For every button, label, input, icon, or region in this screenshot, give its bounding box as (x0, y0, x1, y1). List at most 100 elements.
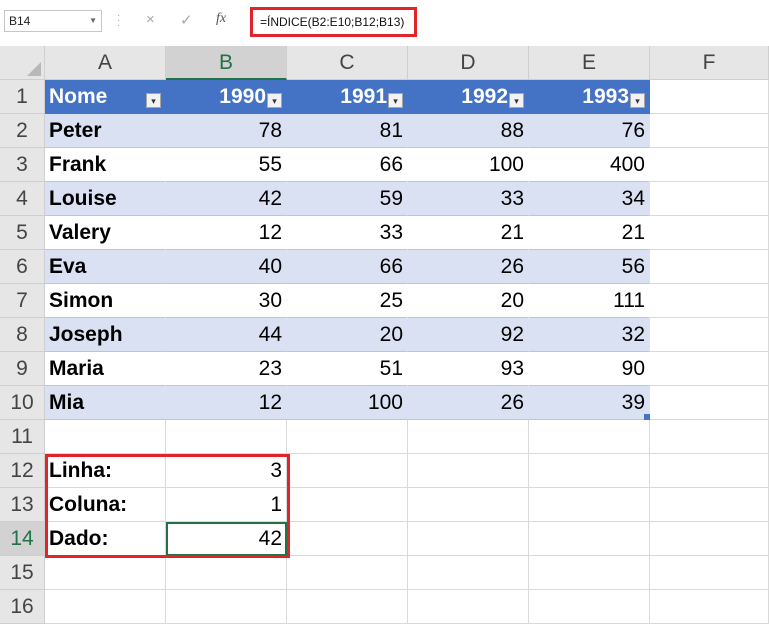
value-cell[interactable]: 25 (287, 284, 408, 318)
empty-cell[interactable] (45, 420, 166, 454)
filter-dropdown-icon[interactable]: ▾ (509, 93, 524, 108)
empty-cell[interactable] (650, 454, 769, 488)
filter-dropdown-icon[interactable]: ▾ (146, 93, 161, 108)
row-header-1[interactable]: 1 (0, 80, 45, 114)
empty-cell[interactable] (166, 420, 287, 454)
value-cell[interactable]: 40 (166, 250, 287, 284)
empty-cell[interactable] (408, 488, 529, 522)
empty-cell[interactable] (650, 182, 769, 216)
column-header-e[interactable]: E (529, 46, 650, 80)
row-header-11[interactable]: 11 (0, 420, 45, 454)
value-cell[interactable]: 100 (287, 386, 408, 420)
row-header-10[interactable]: 10 (0, 386, 45, 420)
row-header-4[interactable]: 4 (0, 182, 45, 216)
filter-dropdown-icon[interactable]: ▾ (267, 93, 282, 108)
column-header-d[interactable]: D (408, 46, 529, 80)
filter-dropdown-icon[interactable]: ▾ (630, 93, 645, 108)
column-header-f[interactable]: F (650, 46, 769, 80)
empty-cell[interactable] (529, 556, 650, 590)
row-header-3[interactable]: 3 (0, 148, 45, 182)
value-cell[interactable]: 111 (529, 284, 650, 318)
value-cell[interactable]: 30 (166, 284, 287, 318)
empty-cell[interactable] (529, 590, 650, 624)
value-cell[interactable]: 32 (529, 318, 650, 352)
value-cell[interactable]: 21 (408, 216, 529, 250)
name-cell[interactable]: Maria (45, 352, 166, 386)
empty-cell[interactable] (650, 386, 769, 420)
empty-cell[interactable] (650, 522, 769, 556)
confirm-icon[interactable]: ✓ (180, 11, 193, 29)
value-cell[interactable]: 12 (166, 386, 287, 420)
empty-cell[interactable] (650, 250, 769, 284)
value-cell[interactable]: 26 (408, 250, 529, 284)
empty-cell[interactable] (287, 454, 408, 488)
value-cell[interactable]: 76 (529, 114, 650, 148)
value-cell[interactable]: 42 (166, 182, 287, 216)
row-header-2[interactable]: 2 (0, 114, 45, 148)
value-cell[interactable]: 81 (287, 114, 408, 148)
row-header-8[interactable]: 8 (0, 318, 45, 352)
value-cell[interactable]: 21 (529, 216, 650, 250)
empty-cell[interactable] (650, 80, 769, 114)
value-cell[interactable]: 100 (408, 148, 529, 182)
value-cell[interactable]: 26 (408, 386, 529, 420)
empty-cell[interactable] (650, 590, 769, 624)
value-cell[interactable]: 88 (408, 114, 529, 148)
empty-cell[interactable] (287, 590, 408, 624)
name-cell[interactable]: Valery (45, 216, 166, 250)
value-cell[interactable]: 66 (287, 250, 408, 284)
value-cell[interactable]: 34 (529, 182, 650, 216)
empty-cell[interactable] (287, 488, 408, 522)
value-cell[interactable]: 51 (287, 352, 408, 386)
name-cell[interactable]: Frank (45, 148, 166, 182)
insert-function-icon[interactable]: fx (216, 11, 226, 27)
chevron-down-icon[interactable]: ▼ (89, 11, 97, 31)
value-cell[interactable]: 66 (287, 148, 408, 182)
select-all-corner[interactable] (0, 46, 45, 80)
value-cell[interactable]: 400 (529, 148, 650, 182)
value-cell[interactable]: 44 (166, 318, 287, 352)
empty-cell[interactable] (529, 522, 650, 556)
row-header-14[interactable]: 14 (0, 522, 45, 556)
empty-cell[interactable] (650, 114, 769, 148)
column-header-a[interactable]: A (45, 46, 166, 80)
value-cell[interactable]: 92 (408, 318, 529, 352)
value-cell[interactable]: 39 (529, 386, 650, 420)
empty-cell[interactable] (408, 522, 529, 556)
filter-dropdown-icon[interactable]: ▾ (388, 93, 403, 108)
row-header-15[interactable]: 15 (0, 556, 45, 590)
empty-cell[interactable] (529, 454, 650, 488)
empty-cell[interactable] (408, 454, 529, 488)
row-header-5[interactable]: 5 (0, 216, 45, 250)
column-header-b[interactable]: B (166, 46, 287, 80)
value-cell[interactable]: 56 (529, 250, 650, 284)
row-header-13[interactable]: 13 (0, 488, 45, 522)
name-cell[interactable]: Mia (45, 386, 166, 420)
empty-cell[interactable] (287, 522, 408, 556)
empty-cell[interactable] (166, 556, 287, 590)
empty-cell[interactable] (529, 488, 650, 522)
value-cell[interactable]: 20 (287, 318, 408, 352)
value-cell[interactable]: 93 (408, 352, 529, 386)
row-header-9[interactable]: 9 (0, 352, 45, 386)
value-cell[interactable]: 90 (529, 352, 650, 386)
value-cell[interactable]: 55 (166, 148, 287, 182)
empty-cell[interactable] (650, 420, 769, 454)
value-cell[interactable]: 33 (287, 216, 408, 250)
empty-cell[interactable] (650, 148, 769, 182)
empty-cell[interactable] (650, 318, 769, 352)
row-header-6[interactable]: 6 (0, 250, 45, 284)
empty-cell[interactable] (650, 216, 769, 250)
empty-cell[interactable] (287, 556, 408, 590)
value-cell[interactable]: 20 (408, 284, 529, 318)
value-cell[interactable]: 33 (408, 182, 529, 216)
name-cell[interactable]: Eva (45, 250, 166, 284)
row-header-12[interactable]: 12 (0, 454, 45, 488)
name-cell[interactable]: Simon (45, 284, 166, 318)
name-cell[interactable]: Joseph (45, 318, 166, 352)
value-cell[interactable]: 23 (166, 352, 287, 386)
formula-input[interactable]: =ÍNDICE(B2:E10;B12;B13) (250, 7, 417, 37)
row-header-16[interactable]: 16 (0, 590, 45, 624)
empty-cell[interactable] (408, 590, 529, 624)
column-header-c[interactable]: C (287, 46, 408, 80)
